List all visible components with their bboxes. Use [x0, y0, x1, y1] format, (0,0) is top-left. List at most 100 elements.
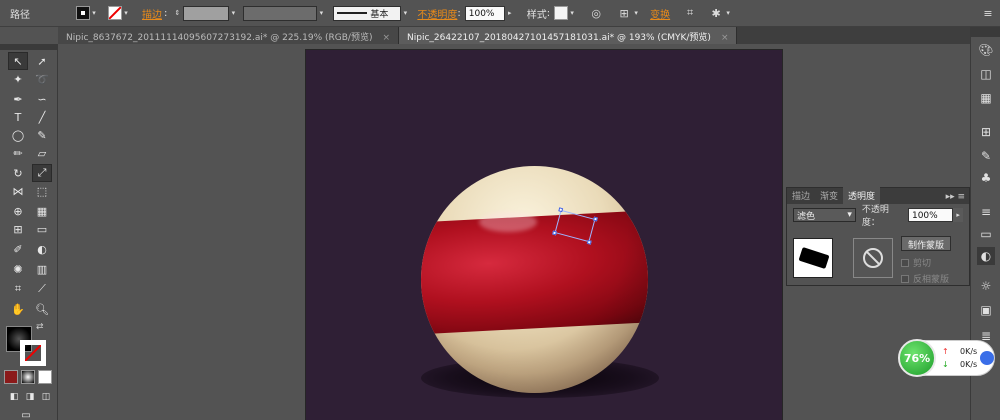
gradient-tool-icon[interactable]: ▭: [32, 220, 52, 238]
line-tool-icon[interactable]: ╱: [32, 108, 52, 126]
close-icon[interactable]: ×: [721, 33, 729, 43]
hand-tool-icon[interactable]: ✋: [8, 300, 28, 318]
width-tool-icon[interactable]: ⋈: [8, 182, 28, 200]
stroke-weight-stepper-icon[interactable]: ⇕: [173, 6, 181, 20]
stroke-swatch[interactable]: [108, 6, 122, 20]
memory-percent: 76%: [898, 339, 936, 377]
curvature-tool-icon[interactable]: ∽: [32, 90, 52, 108]
appearance-icon[interactable]: ☼: [977, 277, 995, 295]
stroke-dropdown-icon[interactable]: ▾: [122, 6, 130, 20]
symbol-sprayer-tool-icon[interactable]: ✺: [8, 260, 28, 278]
isolate-selection-icon[interactable]: ⌗: [682, 5, 698, 21]
swatches-grid-icon[interactable]: ⊞: [977, 123, 995, 141]
billiard-ball[interactable]: [421, 166, 648, 393]
align-dropdown-icon[interactable]: ▾: [632, 6, 640, 20]
blend-tool-icon[interactable]: ◐: [32, 240, 52, 258]
speedup-icon[interactable]: [980, 351, 994, 365]
stroke-panel-icon[interactable]: ≡: [977, 203, 995, 221]
artboard-tool-icon[interactable]: ⌗: [8, 280, 28, 298]
stroke-indicator[interactable]: [20, 340, 46, 366]
rotate-tool-icon[interactable]: ↻: [8, 164, 28, 182]
opacity-label[interactable]: 不透明度: [417, 6, 457, 21]
stroke-weight-field[interactable]: [183, 5, 230, 21]
none-mode-icon[interactable]: [38, 370, 52, 384]
fill-swatch[interactable]: [76, 6, 90, 20]
tools-panel: ↖ ➚ ✦ ➰ ✒ ∽ T ╱ ◯ ✎ ✏ ▱ ↻ ⤢ ⋈ ⬚ ⊕ ▦ ⊞ ▭ …: [0, 44, 58, 420]
variable-width-profile[interactable]: [243, 5, 318, 21]
selection-tool-icon[interactable]: ↖: [8, 52, 28, 70]
recolor-artwork-icon[interactable]: ◎: [588, 5, 604, 21]
color-mode-icon[interactable]: [4, 370, 18, 384]
panel-menu-icon[interactable]: ▸▸ ≡: [942, 190, 969, 204]
tab-document-2[interactable]: Nipic_26422107_20180427101457181031.ai* …: [399, 27, 738, 44]
perspective-grid-tool-icon[interactable]: ▦: [32, 202, 52, 220]
swap-fill-stroke-icon[interactable]: ⇄: [36, 322, 44, 332]
artboard[interactable]: [306, 50, 782, 420]
gradient-mode-icon[interactable]: [21, 370, 35, 384]
transform-label[interactable]: 变换: [650, 6, 670, 21]
scale-tool-icon[interactable]: ⤢: [32, 164, 52, 182]
transparency-panel-icon[interactable]: ◐: [977, 247, 995, 265]
style-dropdown-icon[interactable]: ▾: [568, 6, 576, 20]
swatches-icon[interactable]: ▦: [977, 89, 995, 107]
document-tabs: Nipic_8637672_20111114095607273192.ai* @…: [58, 27, 970, 44]
brush-dropdown-icon[interactable]: ▾: [401, 6, 409, 20]
paintbrush-tool-icon[interactable]: ✎: [32, 126, 52, 144]
stroke-weight-dropdown-icon[interactable]: ▾: [229, 6, 237, 20]
shape-builder-tool-icon[interactable]: ⊕: [8, 202, 28, 220]
tab-label: Nipic_26422107_20180427101457181031.ai* …: [407, 33, 711, 43]
select-similar-icon[interactable]: ✱: [708, 5, 724, 21]
graphic-style-swatch[interactable]: [554, 6, 569, 20]
fill-stroke-control[interactable]: ⇄: [6, 322, 50, 368]
gradient-panel-icon[interactable]: ▭: [977, 225, 995, 243]
invert-mask-checkbox[interactable]: 反相蒙版: [901, 272, 949, 285]
draw-inside-icon[interactable]: ◫: [36, 388, 56, 406]
network-speed-widget[interactable]: 76% ↑ 0K/s ↓ 0K/s: [898, 339, 995, 377]
tab-gradient[interactable]: 渐变: [815, 187, 843, 204]
free-transform-tool-icon[interactable]: ⬚: [32, 182, 52, 200]
type-tool-icon[interactable]: T: [8, 108, 28, 126]
screen-mode-icon[interactable]: ▭: [16, 406, 36, 420]
clip-checkbox[interactable]: 剪切: [901, 256, 931, 269]
align-icon[interactable]: ⊞: [616, 5, 632, 21]
tab-stroke[interactable]: 描边: [787, 187, 815, 204]
symbols-icon[interactable]: ♣: [977, 169, 995, 187]
zoom-tool-icon[interactable]: 🔍︎: [32, 300, 52, 318]
eraser-tool-icon[interactable]: ▱: [32, 144, 52, 162]
tab-document-1[interactable]: Nipic_8637672_20111114095607273192.ai* @…: [58, 27, 400, 44]
stroke-label[interactable]: 描边: [142, 6, 162, 21]
tab-label: Nipic_8637672_20111114095607273192.ai* @…: [66, 33, 373, 43]
blend-mode-value: 滤色: [797, 211, 816, 222]
upload-speed: 0K/s: [960, 347, 978, 356]
color-guide-icon[interactable]: ◫: [977, 65, 995, 83]
control-panel-menu-icon[interactable]: ≡: [980, 5, 996, 21]
opacity-input[interactable]: 100%: [464, 5, 505, 21]
pen-tool-icon[interactable]: ✒: [8, 90, 28, 108]
opacity-input[interactable]: 100%: [907, 208, 954, 222]
lasso-tool-icon[interactable]: ➰: [32, 70, 52, 88]
color-panel-icon[interactable]: 🎨︎: [977, 41, 995, 59]
close-icon[interactable]: ×: [382, 33, 390, 43]
opacity-arrow-icon[interactable]: ▸: [505, 6, 515, 20]
direct-selection-tool-icon[interactable]: ➚: [32, 52, 52, 70]
mask-thumbnail[interactable]: [853, 238, 893, 278]
profile-dropdown-icon[interactable]: ▾: [317, 6, 325, 20]
opacity-arrow-icon[interactable]: ▸: [953, 208, 963, 222]
fill-dropdown-icon[interactable]: ▾: [90, 6, 98, 20]
slice-tool-icon[interactable]: ⟋: [32, 280, 52, 298]
object-thumbnail[interactable]: [793, 238, 833, 278]
mesh-tool-icon[interactable]: ⊞: [8, 220, 28, 238]
graphic-styles-icon[interactable]: ▣: [977, 301, 995, 319]
pencil-tool-icon[interactable]: ✏: [8, 144, 28, 162]
selection-type-label: 路径: [10, 9, 30, 21]
column-graph-tool-icon[interactable]: ▥: [32, 260, 52, 278]
select-similar-dropdown-icon[interactable]: ▾: [724, 6, 732, 20]
brush-definition[interactable]: 基本: [333, 5, 402, 21]
magic-wand-tool-icon[interactable]: ✦: [8, 70, 28, 88]
brushes-icon[interactable]: ✎: [977, 147, 995, 165]
eyedropper-tool-icon[interactable]: ✐: [8, 240, 28, 258]
ellipse-tool-icon[interactable]: ◯: [8, 126, 28, 144]
blend-mode-select[interactable]: 滤色 ▾: [793, 208, 856, 222]
make-mask-button[interactable]: 制作蒙版: [901, 236, 952, 251]
no-mask-icon: [863, 248, 883, 268]
